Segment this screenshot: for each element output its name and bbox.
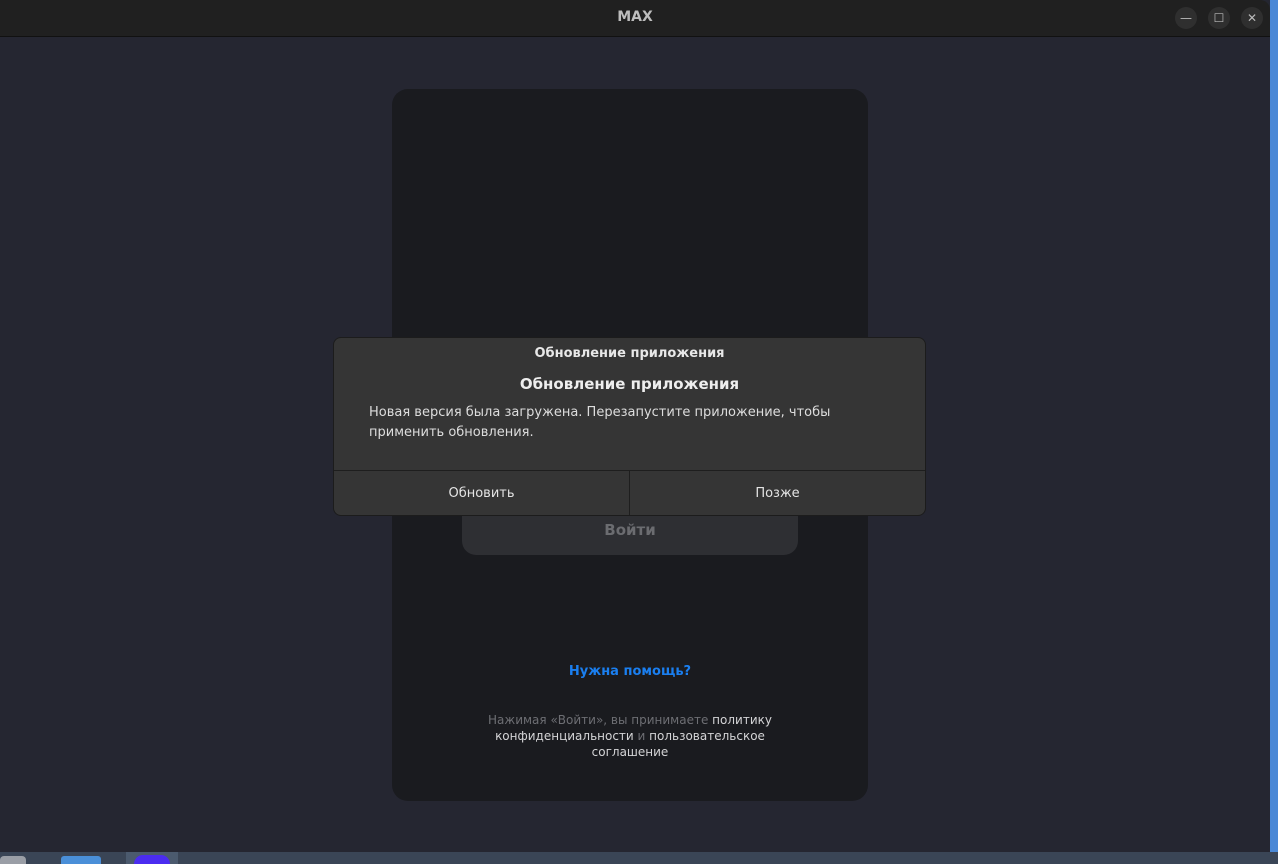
help-link[interactable]: Нужна помощь? <box>392 664 868 679</box>
update-button[interactable]: Обновить <box>334 471 629 515</box>
dialog-title: Обновление приложения <box>519 375 740 393</box>
terms-text: Нажимая «Войти», вы принимаете политику … <box>470 712 790 760</box>
folder-icon[interactable] <box>61 856 101 864</box>
title-bar[interactable]: MAX — ☐ ✕ <box>0 0 1270 37</box>
minimize-button[interactable]: — <box>1175 7 1197 29</box>
terms-and: и <box>633 729 650 743</box>
later-button[interactable]: Позже <box>629 471 925 515</box>
window-title: MAX <box>617 9 653 25</box>
taskbar-active-app[interactable] <box>126 852 178 864</box>
taskbar-app-icon[interactable] <box>0 856 26 864</box>
dialog-window-title: Обновление приложения <box>534 346 725 361</box>
maximize-icon: ☐ <box>1213 11 1225 25</box>
terms-prefix: Нажимая «Войти», вы принимаете <box>488 713 713 727</box>
close-button[interactable]: ✕ <box>1241 7 1263 29</box>
taskbar <box>0 852 1278 864</box>
max-app-icon <box>134 855 170 864</box>
close-icon: ✕ <box>1246 11 1258 25</box>
update-dialog: Обновление приложения Обновление приложе… <box>333 337 926 516</box>
desktop-background <box>1270 0 1278 852</box>
minimize-icon: — <box>1180 11 1192 25</box>
dialog-message: Новая версия была загружена. Перезапусти… <box>369 405 831 440</box>
maximize-button[interactable]: ☐ <box>1208 7 1230 29</box>
